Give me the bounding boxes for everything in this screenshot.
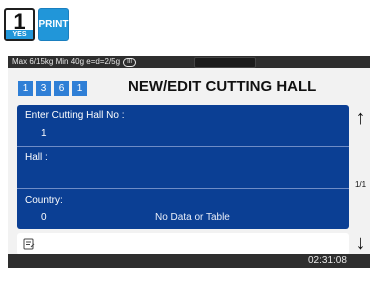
- yes-button-label: YES: [6, 30, 33, 39]
- cutting-hall-form: Enter Cutting Hall No : 1 Hall : Country…: [17, 105, 349, 229]
- field-label: Country:: [25, 195, 63, 206]
- print-button-label: PRINT: [38, 19, 69, 30]
- title-row: 1 3 6 1 NEW/EDIT CUTTING HALL: [8, 68, 370, 106]
- menu-code-digit: 1: [72, 81, 87, 96]
- cutting-hall-no-value: 1: [41, 128, 47, 139]
- status-indicator: [194, 57, 256, 68]
- field-label: Hall :: [25, 152, 48, 163]
- status-bar: Max 6/15kg Min 40g e=d=2/5g III: [8, 56, 370, 68]
- no-data-hint: No Data or Table: [155, 212, 230, 223]
- country-value: 0: [41, 212, 47, 223]
- arrow-down-icon[interactable]: ↓: [351, 232, 370, 254]
- device-screen: Max 6/15kg Min 40g e=d=2/5g III 1 3 6 1 N…: [8, 56, 370, 268]
- menu-code-digit: 3: [36, 81, 51, 96]
- scroll-column: ↑ 1/1 ↓: [351, 105, 370, 263]
- yes-button[interactable]: 1 YES: [4, 8, 35, 41]
- accuracy-class-badge: III: [123, 58, 137, 67]
- scale-spec-text: Max 6/15kg Min 40g e=d=2/5g III: [12, 56, 137, 68]
- note-edit-icon: [23, 238, 35, 250]
- cutting-hall-no-field[interactable]: Enter Cutting Hall No : 1: [17, 105, 349, 146]
- arrow-up-icon[interactable]: ↑: [351, 107, 370, 129]
- print-button[interactable]: PRINT: [38, 8, 69, 41]
- bottom-bar: 02:31:08: [8, 254, 370, 268]
- field-label: Enter Cutting Hall No :: [25, 110, 125, 121]
- page-title: NEW/EDIT CUTTING HALL: [128, 78, 317, 95]
- hall-field[interactable]: Hall :: [17, 147, 349, 188]
- menu-code-digit: 6: [54, 81, 69, 96]
- clock: 02:31:08: [308, 255, 347, 266]
- scale-spec-value: Max 6/15kg Min 40g e=d=2/5g: [12, 57, 121, 66]
- message-input[interactable]: [17, 233, 349, 255]
- country-field[interactable]: Country: 0 No Data or Table: [17, 189, 349, 229]
- page-indicator: 1/1: [354, 180, 367, 189]
- menu-code-digit: 1: [18, 81, 33, 96]
